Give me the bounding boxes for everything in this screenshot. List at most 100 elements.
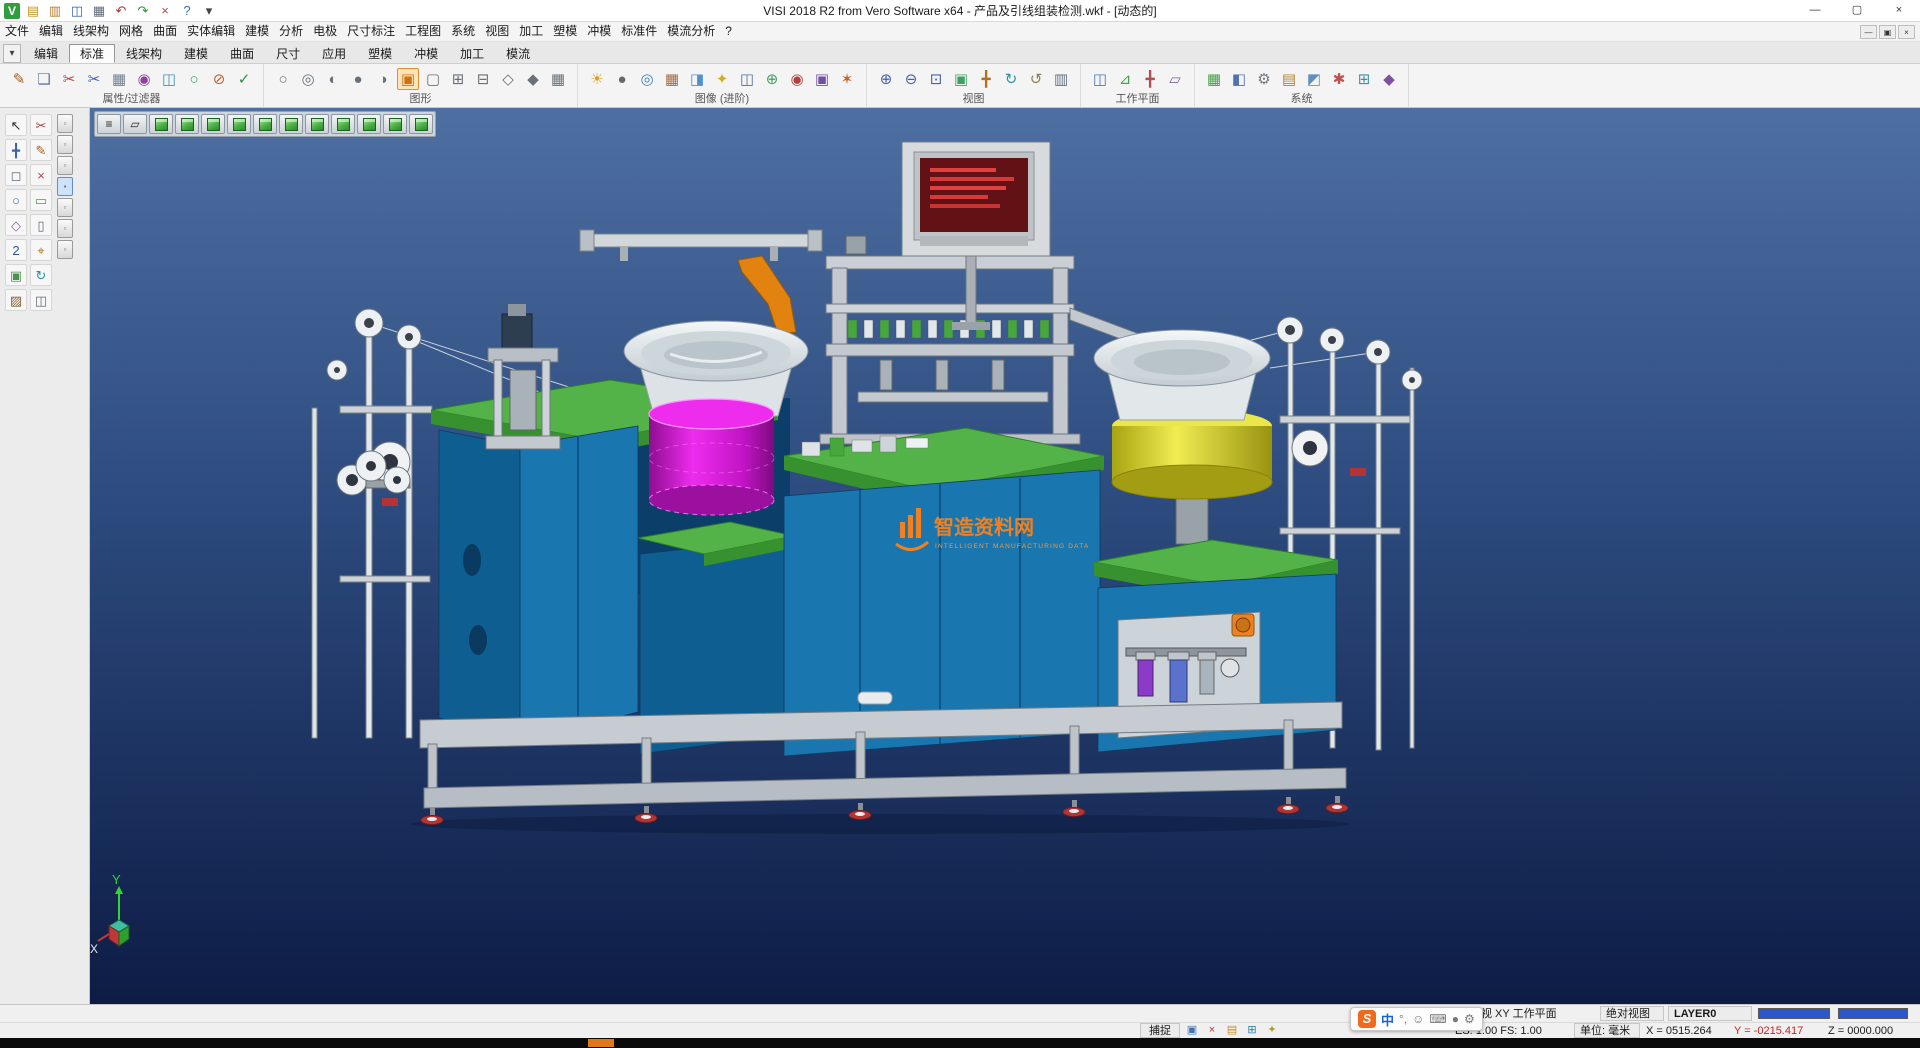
workplane-free-icon[interactable]: ▱ <box>1164 68 1186 90</box>
section-view-icon[interactable]: ⊟ <box>472 68 494 90</box>
camera-icon[interactable]: ◉ <box>786 68 808 90</box>
color-swatch-2[interactable] <box>1838 1008 1908 1019</box>
menu-item-6[interactable]: 实体编辑 <box>182 22 240 41</box>
tab-3[interactable]: 线架构 <box>115 44 173 63</box>
multi-viewport-icon[interactable]: ▥ <box>1050 68 1072 90</box>
quad-view-icon[interactable]: ⊞ <box>447 68 469 90</box>
split-screen-icon[interactable]: ◧ <box>1228 68 1250 90</box>
rotate-view-icon[interactable]: ↻ <box>1000 68 1022 90</box>
transparent-icon[interactable]: ◑ <box>372 68 394 90</box>
hidden-lines-icon[interactable]: ◎ <box>297 68 319 90</box>
filter-trim-icon[interactable]: ✂ <box>83 68 105 90</box>
shadow-icon[interactable]: ● <box>611 68 633 90</box>
toolbox-icon[interactable]: ⚙ <box>1464 1012 1475 1026</box>
circle-tool-icon[interactable]: ○ <box>5 189 27 211</box>
mini-tool-button-2[interactable]: ▫ <box>57 135 73 154</box>
filter-cut-icon[interactable]: ✂ <box>58 68 80 90</box>
menu-item-12[interactable]: 系统 <box>446 22 480 41</box>
new-file-icon[interactable]: ▤ <box>24 2 42 20</box>
wireframe-filter-icon[interactable]: ○ <box>183 68 205 90</box>
display-mode-icon[interactable]: ▣ <box>1184 1023 1200 1039</box>
exclude-filter-icon[interactable]: ⊘ <box>208 68 230 90</box>
tab-4[interactable]: 建模 <box>173 44 219 63</box>
menu-item-14[interactable]: 加工 <box>514 22 548 41</box>
axonometric-view-icon[interactable] <box>331 114 355 134</box>
print-icon[interactable]: ▦ <box>90 2 108 20</box>
add-module-icon[interactable]: ⊞ <box>1353 68 1375 90</box>
minimize-button[interactable]: — <box>1794 0 1836 21</box>
zoom-window-icon[interactable]: ⊡ <box>925 68 947 90</box>
measure-target-icon[interactable]: ⌖ <box>30 239 52 261</box>
redo-icon[interactable]: ↷ <box>134 2 152 20</box>
element-filter-icon[interactable]: ▦ <box>108 68 130 90</box>
tab-8[interactable]: 塑模 <box>357 44 403 63</box>
menu-item-18[interactable]: 模流分析 <box>662 22 720 41</box>
emoji-icon[interactable]: ☺ <box>1412 1012 1424 1026</box>
plane-tool-icon[interactable]: ▭ <box>30 189 52 211</box>
menu-item-2[interactable]: 编辑 <box>34 22 68 41</box>
help-icon[interactable]: ? <box>178 2 196 20</box>
menu-item-16[interactable]: 冲模 <box>582 22 616 41</box>
copy-attributes-icon[interactable]: ❏ <box>33 68 55 90</box>
keyboard-icon[interactable]: ⌨ <box>1429 1012 1446 1026</box>
view-mode-status[interactable]: 绝对视图 <box>1600 1006 1664 1021</box>
viewport-3d[interactable]: ≡▱ <box>90 108 1920 1004</box>
menu-item-10[interactable]: 尺寸标注 <box>342 22 400 41</box>
qat-dropdown-icon[interactable]: ▾ <box>200 2 218 20</box>
shaded-box-icon[interactable]: ▣ <box>5 264 27 286</box>
capture-icon[interactable]: ◫ <box>736 68 758 90</box>
trim-scissors-icon[interactable]: ✂ <box>30 114 52 136</box>
front-view-icon[interactable] <box>175 114 199 134</box>
shaded-icon[interactable]: ● <box>347 68 369 90</box>
mini-tool-button-3[interactable]: ▫ <box>57 156 73 175</box>
zoom-out-icon[interactable]: ⊖ <box>900 68 922 90</box>
back-view-icon[interactable] <box>201 114 225 134</box>
erase-icon[interactable]: × <box>30 164 52 186</box>
database-icon[interactable]: ◆ <box>1378 68 1400 90</box>
hatch-tool-icon[interactable]: ▨ <box>5 289 27 311</box>
layer-status[interactable]: LAYER0 <box>1668 1006 1752 1021</box>
mdi-restore-button[interactable]: ▣ <box>1879 25 1896 39</box>
highlight-pin-icon[interactable]: ✦ <box>1264 1023 1280 1039</box>
workplane-origin-icon[interactable]: ╋ <box>1139 68 1161 90</box>
rendered-icon[interactable]: ▣ <box>397 68 419 90</box>
bottom-view-icon[interactable] <box>305 114 329 134</box>
menu-item-15[interactable]: 塑模 <box>548 22 582 41</box>
tab-7[interactable]: 应用 <box>311 44 357 63</box>
mdi-close-button[interactable]: × <box>1898 25 1915 39</box>
maximize-button[interactable]: ▢ <box>1836 0 1878 21</box>
ghost-display-icon[interactable]: ◇ <box>497 68 519 90</box>
grid-snap-icon[interactable]: ⊞ <box>1244 1023 1260 1039</box>
list-manager-icon[interactable]: ▤ <box>1278 68 1300 90</box>
flat-shade-icon[interactable]: ▢ <box>422 68 444 90</box>
pan-icon[interactable]: ╋ <box>975 68 997 90</box>
extrude-tool-icon[interactable]: ▯ <box>30 214 52 236</box>
mesh-display-icon[interactable]: ▦ <box>547 68 569 90</box>
menu-item-11[interactable]: 工程图 <box>400 22 446 41</box>
workplane-view-icon[interactable]: ▱ <box>123 114 147 134</box>
workplane-align-icon[interactable]: ⊿ <box>1114 68 1136 90</box>
snap-cross-icon[interactable]: ╋ <box>5 139 27 161</box>
zoom-in-icon[interactable]: ⊕ <box>875 68 897 90</box>
wireframe-display-icon[interactable]: ○ <box>272 68 294 90</box>
tab-11[interactable]: 模流 <box>495 44 541 63</box>
save-file-icon[interactable]: ◫ <box>68 2 86 20</box>
input-mode-toggle[interactable]: 中 <box>1381 1010 1394 1029</box>
rectangle-tool-icon[interactable]: ◻ <box>5 164 27 186</box>
top-view-icon[interactable] <box>279 114 303 134</box>
tab-5[interactable]: 曲面 <box>219 44 265 63</box>
layer-manager-icon[interactable]: ▦ <box>1203 68 1225 90</box>
view-list-icon[interactable]: ≡ <box>97 114 121 134</box>
menu-item-1[interactable]: 文件 <box>0 22 34 41</box>
solid-filter-icon[interactable]: ◉ <box>133 68 155 90</box>
tab-2[interactable]: 标准 <box>69 44 115 63</box>
2d-mode-icon[interactable]: 2 <box>5 239 27 261</box>
left-view-icon[interactable] <box>227 114 251 134</box>
tab-10[interactable]: 加工 <box>449 44 495 63</box>
taskbar-active-app[interactable] <box>588 1039 614 1047</box>
background-icon[interactable]: ◨ <box>686 68 708 90</box>
zoom-fit-icon[interactable]: ▣ <box>950 68 972 90</box>
polygon-tool-icon[interactable]: ◇ <box>5 214 27 236</box>
select-cursor-icon[interactable]: ↖ <box>5 114 27 136</box>
mini-tool-button-6[interactable]: ▫ <box>57 219 73 238</box>
